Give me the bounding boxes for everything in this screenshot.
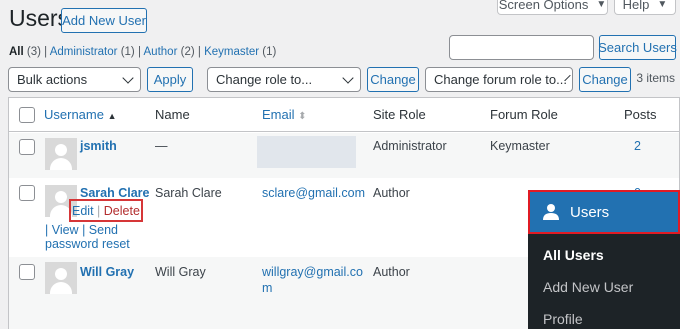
avatar	[45, 262, 77, 294]
highlight-box	[69, 199, 143, 222]
help-label: Help	[622, 0, 650, 12]
row-checkbox[interactable]	[19, 185, 35, 201]
column-email[interactable]: Email ⬍	[262, 107, 307, 122]
admin-users-menu: Users All Users Add New User Profile	[528, 190, 680, 329]
name-cell: Will Gray	[155, 265, 206, 279]
send-link[interactable]: | Send	[82, 223, 118, 237]
table-row: jsmith — Administrator Keymaster 2	[9, 133, 679, 178]
chevron-down-icon	[122, 71, 134, 84]
filter-administrator[interactable]: Administrator	[50, 46, 118, 58]
screen-options-label: Screen Options	[498, 0, 589, 12]
avatar	[45, 138, 77, 170]
caret-down-icon: ▼	[596, 0, 607, 10]
email-link-wrap[interactable]: m	[262, 281, 272, 295]
change-forum-role-select[interactable]: Change forum role to...	[425, 67, 573, 92]
email-link[interactable]: sclare@gmail.com	[262, 186, 365, 200]
forum-role-cell: Keymaster	[490, 139, 550, 153]
column-name: Name	[155, 107, 190, 122]
row-checkbox[interactable]	[19, 264, 35, 280]
filter-author[interactable]: Author	[144, 46, 178, 58]
search-users-button[interactable]: Search Users	[598, 35, 677, 60]
site-role-cell: Administrator	[373, 139, 447, 153]
redacted-email	[257, 136, 356, 168]
column-posts: Posts	[624, 107, 657, 122]
users-menu-header[interactable]: Users	[528, 190, 680, 234]
bulk-actions-select[interactable]: Bulk actions	[8, 67, 141, 92]
user-icon	[543, 204, 559, 220]
filter-all[interactable]: All	[9, 46, 24, 58]
column-site-role: Site Role	[373, 107, 426, 122]
column-username[interactable]: Username ▲	[44, 107, 117, 122]
password-reset-link[interactable]: password reset	[45, 237, 130, 251]
users-menu-label: Users	[570, 203, 610, 221]
role-filter-links: All (3) | Administrator (1) | Author (2)…	[9, 46, 277, 58]
add-new-user-button[interactable]: Add New User	[61, 8, 147, 33]
help-button[interactable]: Help ▼	[614, 0, 676, 15]
column-forum-role: Forum Role	[490, 107, 558, 122]
name-cell: —	[155, 139, 168, 153]
select-all-checkbox[interactable]	[19, 107, 35, 123]
search-input[interactable]	[449, 35, 594, 60]
row-checkbox[interactable]	[19, 139, 35, 155]
name-cell: Sarah Clare	[155, 186, 222, 200]
site-role-cell: Author	[373, 265, 410, 279]
apply-button[interactable]: Apply	[147, 67, 193, 92]
table-header: Username ▲ Name Email ⬍ Site Role Forum …	[9, 98, 679, 132]
screen-options-button[interactable]: Screen Options ▼	[497, 0, 608, 15]
site-role-cell: Author	[373, 186, 410, 200]
view-link[interactable]: | View	[45, 223, 79, 237]
sort-icon: ⬍	[298, 111, 307, 122]
sort-icon: ▲	[107, 111, 117, 121]
menu-item-profile[interactable]: Profile	[543, 311, 583, 327]
view-link-line: | View | Send	[45, 223, 118, 237]
menu-item-add-new-user[interactable]: Add New User	[543, 279, 633, 295]
username-link[interactable]: jsmith	[80, 139, 117, 153]
chevron-down-icon	[342, 71, 354, 84]
caret-down-icon: ▼	[657, 0, 668, 10]
change-forum-role-button[interactable]: Change	[579, 67, 631, 92]
filter-keymaster[interactable]: Keymaster	[204, 46, 259, 58]
change-role-select[interactable]: Change role to...	[207, 67, 361, 92]
items-count: 3 items	[636, 71, 675, 85]
email-link[interactable]: willgray@gmail.co	[262, 265, 363, 279]
username-link[interactable]: Sarah Clare	[80, 186, 149, 200]
change-role-button[interactable]: Change	[367, 67, 419, 92]
username-link[interactable]: Will Gray	[80, 265, 134, 279]
menu-item-all-users[interactable]: All Users	[543, 247, 604, 263]
posts-link[interactable]: 2	[634, 139, 641, 153]
